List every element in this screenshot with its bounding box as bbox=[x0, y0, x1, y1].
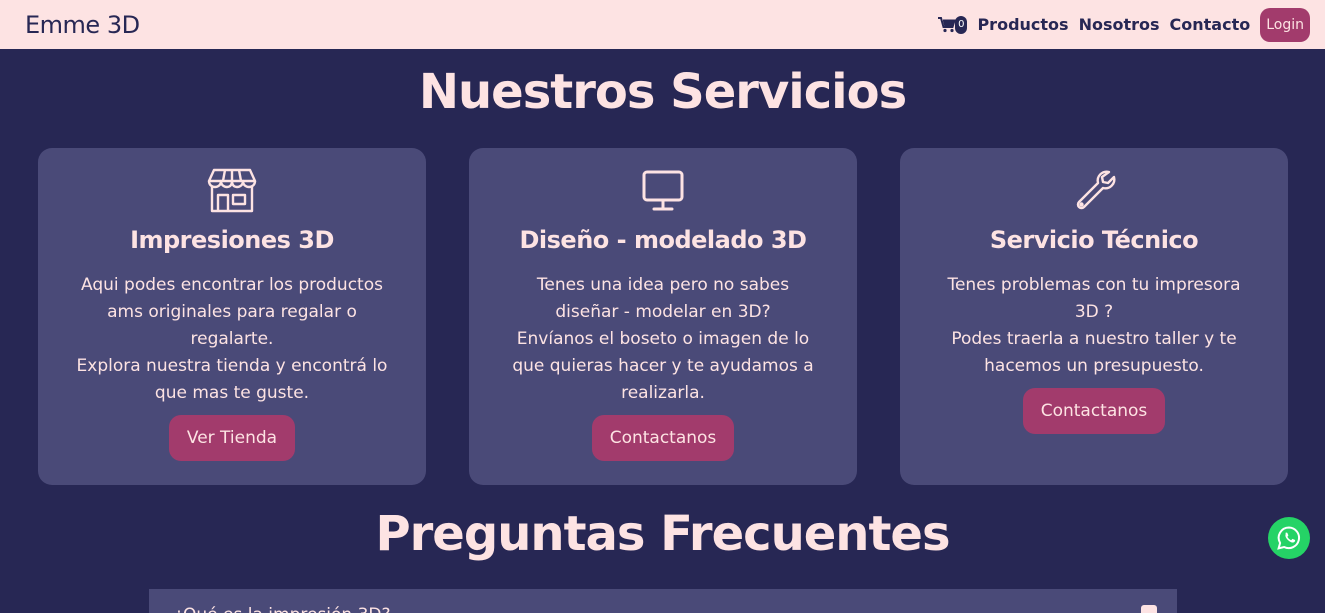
cart-icon bbox=[938, 16, 956, 32]
login-button[interactable]: Login bbox=[1260, 7, 1310, 42]
card-text: Aqui podes encontrar los productos ams o… bbox=[76, 275, 388, 403]
service-card-tecnico: Servicio Técnico Tenes problemas con tu … bbox=[900, 148, 1288, 485]
card-text: Tenes problemas con tu impresora 3D ? Po… bbox=[947, 275, 1241, 376]
wrench-icon bbox=[1069, 168, 1119, 214]
ver-tienda-button[interactable]: Ver Tienda bbox=[168, 415, 296, 461]
brand-logo[interactable]: Emme 3D bbox=[25, 11, 140, 39]
store-icon bbox=[207, 168, 257, 214]
cart-count-badge: 0 bbox=[955, 15, 968, 34]
monitor-icon bbox=[638, 168, 688, 214]
whatsapp-button[interactable] bbox=[1268, 517, 1310, 559]
whatsapp-icon bbox=[1277, 526, 1301, 550]
nav-link-nosotros[interactable]: Nosotros bbox=[1079, 15, 1160, 34]
services-title: Nuestros Servicios bbox=[418, 64, 907, 120]
card-text: Tenes una idea pero no sabes diseñar - m… bbox=[512, 275, 814, 403]
navbar: Emme 3D 0 Productos Nosotros Contacto Lo… bbox=[0, 0, 1325, 49]
card-title: Diseño - modelado 3D bbox=[519, 226, 807, 254]
faq-item[interactable]: ¿Qué es la impresión 3D? bbox=[149, 589, 1177, 613]
service-card-impresiones: Impresiones 3D Aqui podes encontrar los … bbox=[38, 148, 426, 485]
faq-toggle-icon[interactable] bbox=[1141, 605, 1157, 613]
nav-link-contacto[interactable]: Contacto bbox=[1170, 15, 1251, 34]
card-title: Servicio Técnico bbox=[989, 226, 1199, 254]
faq-question: ¿Qué es la impresión 3D? bbox=[174, 605, 391, 613]
contactanos-button[interactable]: Contactanos bbox=[1022, 388, 1166, 434]
card-title: Impresiones 3D bbox=[130, 226, 334, 254]
nav-link-productos[interactable]: Productos bbox=[977, 15, 1068, 34]
service-card-diseno: Diseño - modelado 3D Tenes una idea pero… bbox=[469, 148, 857, 485]
nav-right: 0 Productos Nosotros Contacto Login bbox=[938, 7, 1310, 42]
faq-title: Preguntas Frecuentes bbox=[375, 506, 950, 562]
cart-button[interactable]: 0 bbox=[938, 15, 968, 34]
contactanos-button[interactable]: Contactanos bbox=[591, 415, 735, 461]
